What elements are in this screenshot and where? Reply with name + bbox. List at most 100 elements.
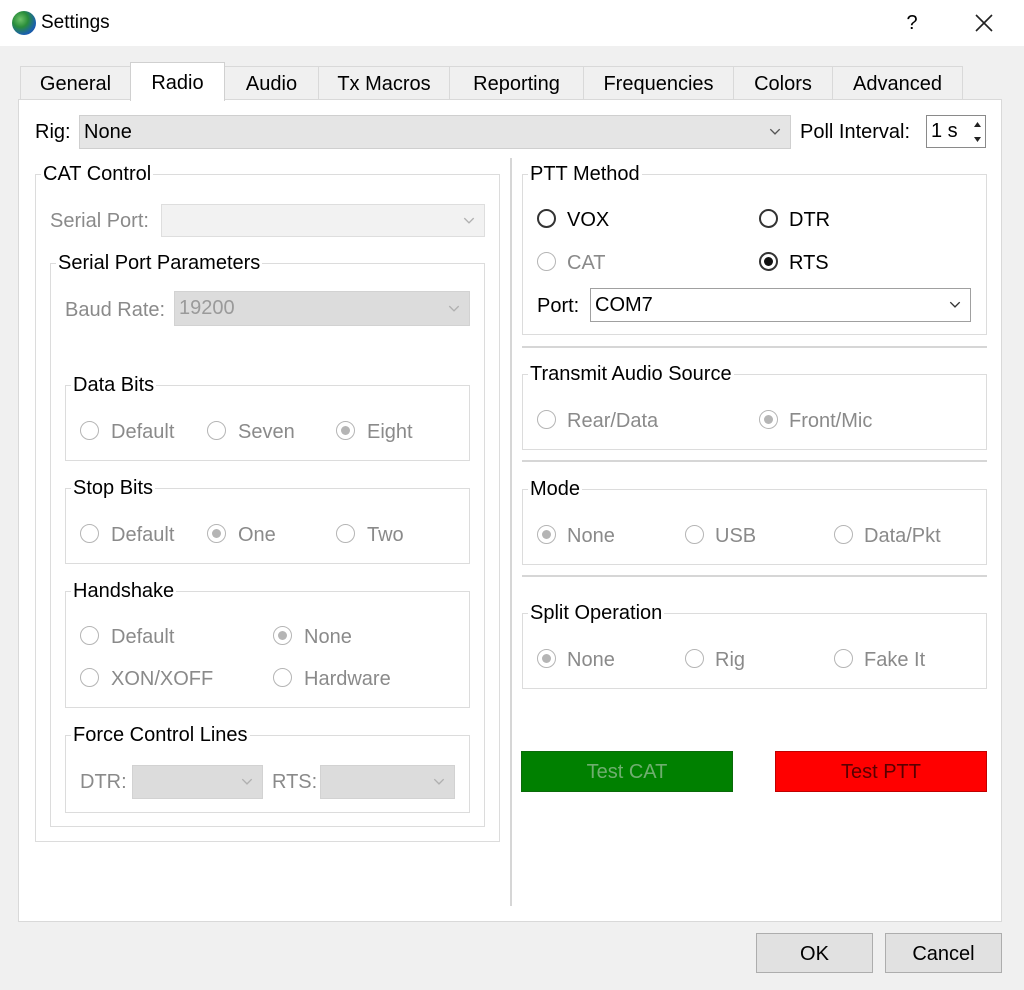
- data-bits-eight-radio[interactable]: [336, 421, 355, 440]
- split-none-radio[interactable]: [537, 649, 556, 668]
- mode-data-pkt-label: Data/Pkt: [864, 525, 941, 547]
- stop-bits-title: Stop Bits: [71, 477, 156, 500]
- rig-label: Rig:: [35, 121, 71, 143]
- test-cat-button[interactable]: Test CAT: [521, 751, 733, 792]
- handshake-none-radio[interactable]: [273, 626, 292, 645]
- dtr-label: DTR:: [80, 771, 127, 793]
- help-button[interactable]: ?: [898, 8, 926, 38]
- column-divider: [510, 158, 512, 906]
- audio-front-mic-label: Front/Mic: [789, 410, 873, 432]
- split-rig-radio[interactable]: [685, 649, 704, 668]
- chevron-down-icon: [241, 778, 253, 785]
- data-bits-default-label: Default: [111, 421, 175, 443]
- split-none-label: None: [567, 649, 615, 671]
- ptt-port-select[interactable]: COM7: [590, 288, 971, 322]
- stop-bits-default-radio[interactable]: [80, 524, 99, 543]
- close-button[interactable]: [960, 4, 1008, 42]
- tab-advanced[interactable]: Advanced: [832, 66, 963, 100]
- separator: [522, 460, 987, 462]
- poll-interval-value: 1 s: [931, 120, 958, 142]
- ptt-port-label: Port:: [537, 295, 580, 317]
- poll-interval-spinbox[interactable]: 1 s: [926, 115, 986, 148]
- audio-rear-data-radio[interactable]: [537, 410, 556, 429]
- triangle-up-icon[interactable]: [970, 117, 985, 132]
- stop-bits-one-label: One: [238, 524, 276, 546]
- ptt-cat-radio[interactable]: [537, 252, 556, 271]
- rts-label: RTS:: [272, 771, 318, 793]
- handshake-default-radio[interactable]: [80, 626, 99, 645]
- handshake-hardware-radio[interactable]: [273, 668, 292, 687]
- chevron-down-icon: [949, 301, 961, 308]
- stop-bits-two-radio[interactable]: [336, 524, 355, 543]
- handshake-default-label: Default: [111, 626, 175, 648]
- audio-rear-data-label: Rear/Data: [567, 410, 659, 432]
- split-rig-label: Rig: [715, 649, 746, 671]
- handshake-hardware-label: Hardware: [304, 668, 391, 690]
- serial-port-parameters-title: Serial Port Parameters: [56, 252, 263, 275]
- ptt-rts-label: RTS: [789, 252, 829, 274]
- mode-title: Mode: [528, 478, 583, 501]
- dtr-select[interactable]: [132, 765, 263, 799]
- mode-none-label: None: [567, 525, 615, 547]
- ok-button[interactable]: OK: [756, 933, 873, 973]
- ptt-dtr-radio[interactable]: [759, 209, 778, 228]
- force-control-lines-title: Force Control Lines: [71, 724, 250, 747]
- mode-none-radio[interactable]: [537, 525, 556, 544]
- triangle-down-icon[interactable]: [970, 132, 985, 147]
- mode-data-pkt-radio[interactable]: [834, 525, 853, 544]
- data-bits-default-radio[interactable]: [80, 421, 99, 440]
- ptt-vox-label: VOX: [567, 209, 610, 231]
- chevron-down-icon: [433, 778, 445, 785]
- tab-audio[interactable]: Audio: [224, 66, 319, 100]
- tab-frequencies[interactable]: Frequencies: [583, 66, 734, 100]
- ptt-method-title: PTT Method: [528, 163, 642, 186]
- split-fake-it-label: Fake It: [864, 649, 926, 671]
- transmit-audio-source-title: Transmit Audio Source: [528, 363, 734, 386]
- split-operation-title: Split Operation: [528, 602, 665, 625]
- separator: [522, 346, 987, 348]
- split-fake-it-radio[interactable]: [834, 649, 853, 668]
- audio-front-mic-radio[interactable]: [759, 410, 778, 429]
- cat-control-title: CAT Control: [41, 163, 154, 186]
- chevron-down-icon: [448, 305, 460, 312]
- stop-bits-default-label: Default: [111, 524, 175, 546]
- data-bits-seven-radio[interactable]: [207, 421, 226, 440]
- handshake-none-label: None: [304, 626, 352, 648]
- stop-bits-two-label: Two: [367, 524, 404, 546]
- tab-radio[interactable]: Radio: [130, 62, 225, 101]
- baud-rate-select[interactable]: 19200: [174, 291, 470, 326]
- tab-colors[interactable]: Colors: [733, 66, 833, 100]
- cancel-button[interactable]: Cancel: [885, 933, 1002, 973]
- poll-interval-label: Poll Interval:: [800, 121, 911, 143]
- tab-tx-macros[interactable]: Tx Macros: [318, 66, 450, 100]
- serial-port-label: Serial Port:: [50, 210, 149, 232]
- rts-select[interactable]: [320, 765, 455, 799]
- close-icon: [975, 14, 993, 32]
- ptt-rts-radio[interactable]: [759, 252, 778, 271]
- stop-bits-one-radio[interactable]: [207, 524, 226, 543]
- handshake-xonxoff-radio[interactable]: [80, 668, 99, 687]
- mode-usb-radio[interactable]: [685, 525, 704, 544]
- baud-rate-label: Baud Rate:: [65, 299, 166, 321]
- data-bits-title: Data Bits: [71, 374, 157, 397]
- tab-reporting[interactable]: Reporting: [449, 66, 584, 100]
- tab-general[interactable]: General: [20, 66, 131, 100]
- serial-port-select[interactable]: [161, 204, 485, 237]
- window-title: Settings: [41, 12, 110, 33]
- chevron-down-icon: [463, 217, 475, 224]
- mode-usb-label: USB: [715, 525, 757, 547]
- test-ptt-button[interactable]: Test PTT: [775, 751, 987, 792]
- rig-value: None: [84, 121, 132, 143]
- rig-select[interactable]: None: [79, 115, 791, 149]
- globe-icon: [12, 11, 36, 35]
- handshake-xonxoff-label: XON/XOFF: [111, 668, 214, 690]
- data-bits-eight-label: Eight: [367, 421, 413, 443]
- data-bits-seven-label: Seven: [238, 421, 295, 443]
- ptt-vox-radio[interactable]: [537, 209, 556, 228]
- ptt-port-value: COM7: [595, 294, 653, 316]
- ptt-dtr-label: DTR: [789, 209, 831, 231]
- separator: [522, 575, 987, 577]
- baud-rate-value: 19200: [179, 297, 235, 319]
- ptt-cat-label: CAT: [567, 252, 606, 274]
- title-bar: [0, 0, 1024, 46]
